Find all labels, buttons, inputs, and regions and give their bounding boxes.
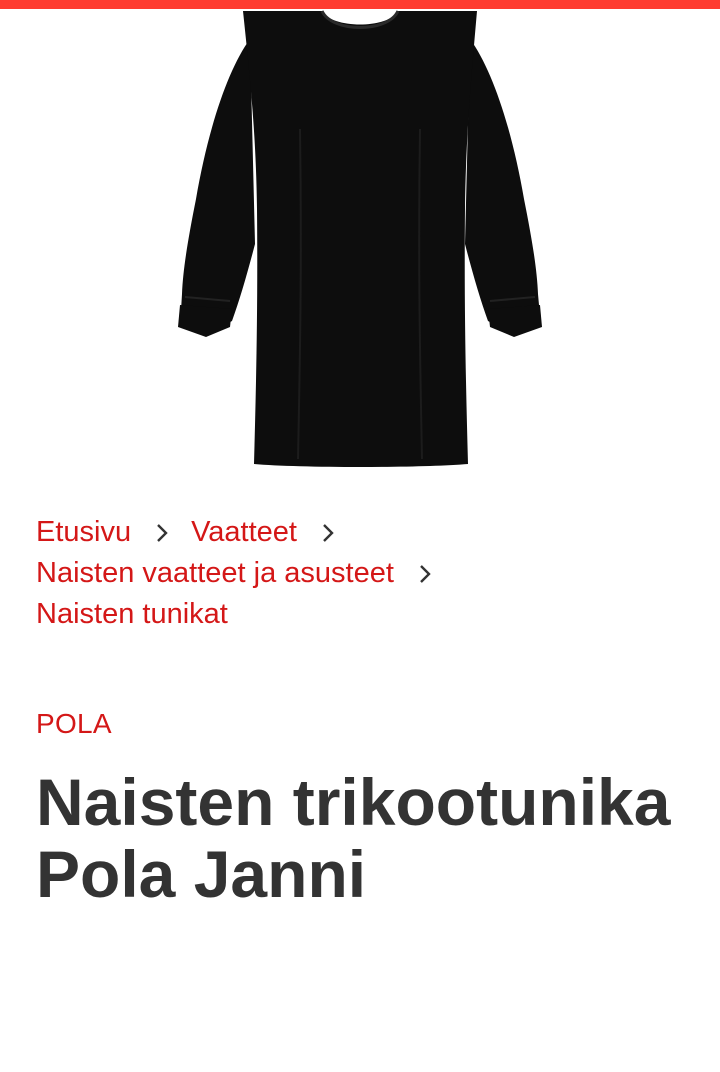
breadcrumb-row: Naisten vaatteet ja asusteet (36, 553, 686, 594)
chevron-right-icon (149, 520, 175, 546)
top-accent-bar (0, 0, 720, 9)
breadcrumb-link-etusivu[interactable]: Etusivu (36, 512, 131, 553)
breadcrumb-link-naisten-vaatteet[interactable]: Naisten vaatteet ja asusteet (36, 553, 394, 594)
chevron-right-icon (412, 561, 438, 587)
breadcrumb-link-naisten-tunikat[interactable]: Naisten tunikat (36, 594, 228, 635)
breadcrumb: Etusivu Vaatteet Naisten vaatteet ja asu… (36, 512, 686, 635)
black-tunic-dress-image (178, 10, 542, 467)
breadcrumb-link-vaatteet[interactable]: Vaatteet (191, 512, 297, 553)
product-image[interactable] (0, 9, 720, 479)
product-title: Naisten trikootunika Pola Janni (36, 765, 671, 911)
product-brand-link[interactable]: POLA (36, 706, 112, 742)
chevron-right-icon (315, 520, 341, 546)
breadcrumb-row: Naisten tunikat (36, 594, 686, 635)
breadcrumb-row: Etusivu Vaatteet (36, 512, 686, 553)
